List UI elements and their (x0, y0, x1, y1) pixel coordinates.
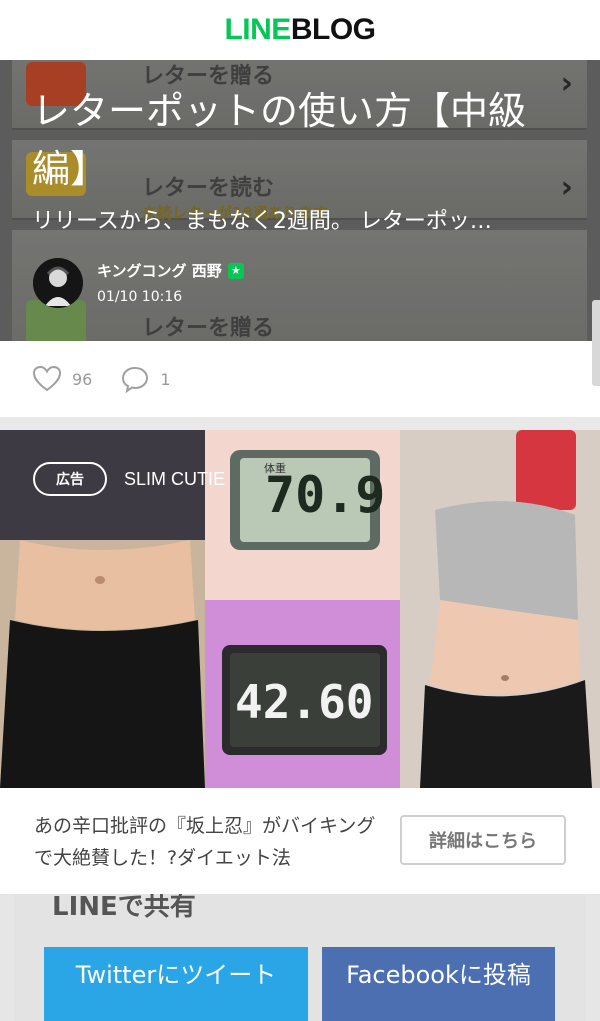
twitter-share-button[interactable]: Twitterにツイート (44, 947, 308, 1021)
scale-reading-bottom: 42.60 (235, 675, 374, 729)
share-heading-partial: LINEで共有 (52, 894, 196, 922)
post-card-hero[interactable]: レターを贈る › レターを読む 未読レターが18通あります › レターを贈る レ… (0, 60, 600, 341)
scale-reading-top: 70.9 (265, 466, 386, 524)
official-star-icon: ★ (227, 262, 244, 279)
ad-badge: 広告 (33, 462, 107, 496)
comment-button[interactable]: 1 (120, 365, 171, 393)
sponsored-ad-card[interactable]: 体重 70.9 42.60 広告 SLIM CUTIE あの辛口批評の『坂上忍』… (0, 430, 600, 894)
like-button[interactable]: 96 (32, 365, 92, 393)
author-avatar[interactable] (33, 258, 83, 308)
post-title[interactable]: レターポットの使い方【中級編】 (32, 82, 562, 198)
app-header: LINEBLOG (0, 0, 600, 60)
reactions-bar: 96 1 (0, 341, 600, 417)
post-excerpt: リリースから、まもなく2週間。 レターポッ… (32, 209, 492, 234)
ad-details-button[interactable]: 詳細はこちら (400, 815, 566, 865)
heart-icon (32, 365, 62, 392)
scrollbar[interactable] (592, 300, 600, 386)
comment-count: 1 (160, 369, 171, 389)
share-section: LINEで共有 Twitterにツイート Facebookに投稿 (0, 894, 600, 1021)
line-blog-logo[interactable]: LINEBLOG (224, 13, 376, 47)
author-name[interactable]: キングコング 西野 ★ (97, 260, 244, 281)
comment-bubble-icon (122, 366, 149, 393)
ad-sponsor-name[interactable]: SLIM CUTIE (124, 469, 225, 490)
facebook-share-button[interactable]: Facebookに投稿 (322, 947, 555, 1021)
like-count: 96 (72, 369, 93, 389)
ad-description[interactable]: あの辛口批評の『坂上忍』がバイキングで大絶賛した！?ダイエット法 (34, 810, 384, 874)
post-timestamp: 01/10 10:16 (97, 289, 183, 305)
